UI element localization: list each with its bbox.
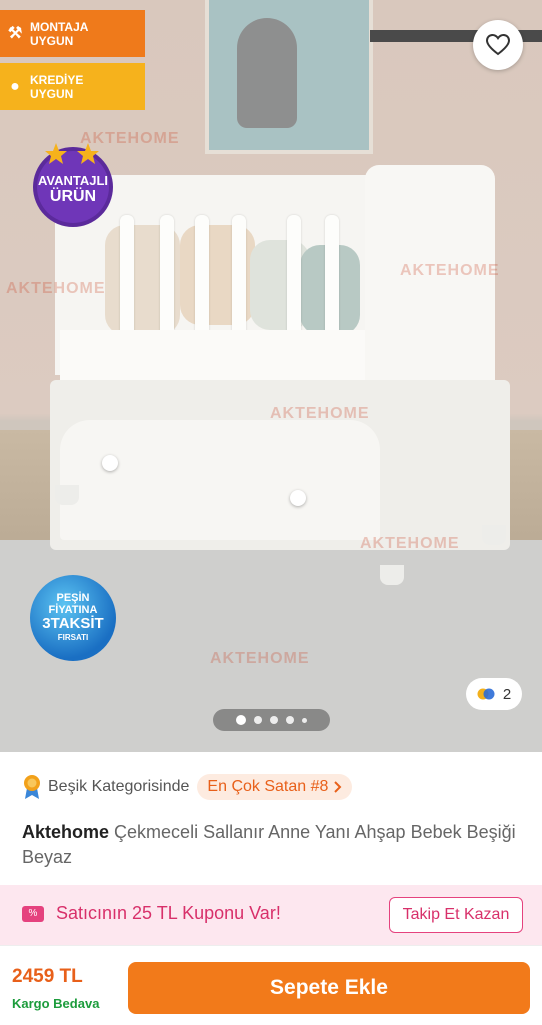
tools-icon: ⚒ — [7, 24, 23, 42]
coupon-banner: % Satıcının 25 TL Kuponu Var! Takip Et K… — [0, 885, 542, 945]
pagination-dot[interactable] — [254, 716, 262, 724]
price: 2459 TL — [12, 966, 83, 987]
watermark: AKTEHOME — [210, 650, 310, 667]
free-shipping-label: Kargo Bedava — [12, 996, 100, 1011]
watermark: AKTEHOME — [400, 262, 500, 279]
media-icon — [477, 688, 495, 700]
follow-and-earn-button[interactable]: Takip Et Kazan — [389, 897, 523, 933]
category-ranking: Beşik Kategorisinde En Çok Satan #8 — [22, 772, 353, 802]
pagination-dot[interactable] — [270, 716, 278, 724]
pagination-dot[interactable] — [286, 716, 294, 724]
wall-frame — [205, 0, 373, 154]
credit-badge: ● KREDİYE UYGUN — [0, 63, 145, 110]
pagination-dot[interactable] — [302, 717, 307, 723]
credit-hand-icon: ● — [10, 77, 20, 95]
brand-name[interactable]: Aktehome — [22, 822, 109, 842]
image-pagination[interactable] — [213, 709, 330, 731]
coupon-icon: % — [22, 906, 44, 922]
medal-icon — [22, 774, 42, 800]
crib-drawer — [60, 420, 380, 540]
favorite-button[interactable] — [473, 20, 523, 70]
watermark: AKTEHOME — [6, 280, 106, 297]
add-to-cart-button[interactable]: Sepete Ekle — [128, 962, 530, 1014]
bestseller-link[interactable]: En Çok Satan #8 — [197, 774, 353, 800]
product-title: Aktehome Çekmeceli Sallanır Anne Yanı Ah… — [22, 820, 522, 870]
media-count-button[interactable]: 2 — [466, 678, 522, 710]
assembly-badge: ⚒ MONTAJA UYGUN — [0, 10, 145, 57]
media-count: 2 — [502, 685, 512, 703]
heart-icon — [486, 34, 510, 56]
svg-text:AVANTAJLI: AVANTAJLI — [38, 173, 108, 188]
installment-badge: PEŞİN FİYATINA 3TAKSİT FIRSATI — [30, 575, 116, 661]
category-label: Beşik Kategorisinde — [48, 778, 190, 795]
watermark: AKTEHOME — [360, 535, 460, 552]
svg-text:ÜRÜN: ÜRÜN — [50, 186, 96, 205]
purchase-bar: 2459 TL Kargo Bedava Sepete Ekle — [0, 945, 542, 1025]
watermark: AKTEHOME — [270, 405, 370, 422]
pagination-dot[interactable] — [236, 715, 246, 725]
chevron-right-icon — [334, 781, 342, 793]
advantage-product-badge: AVANTAJLI ÜRÜN — [26, 135, 120, 229]
coupon-text: Satıcının 25 TL Kuponu Var! — [56, 903, 281, 923]
